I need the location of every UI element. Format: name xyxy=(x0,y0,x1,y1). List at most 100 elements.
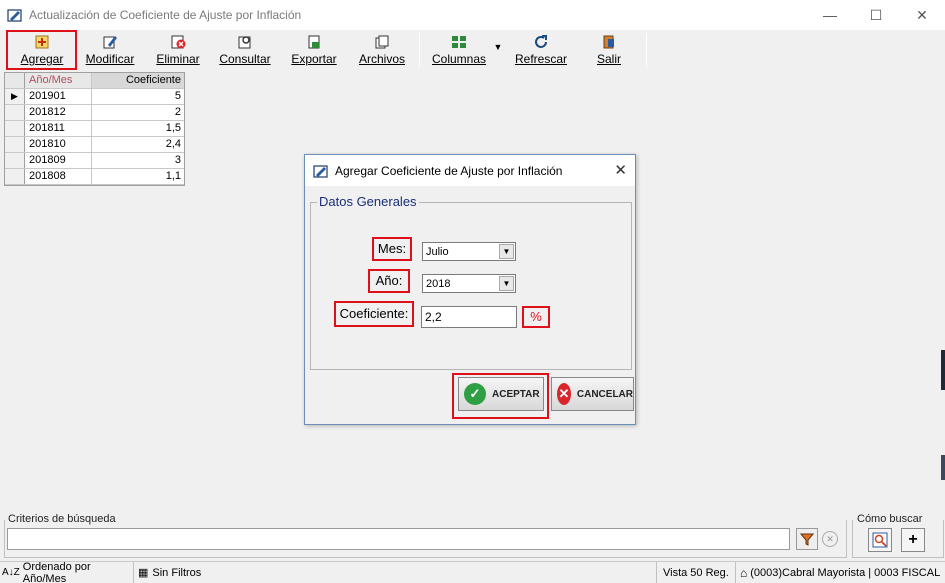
anio-select[interactable]: 2018 ▼ xyxy=(422,274,516,293)
add-search-button[interactable]: + xyxy=(901,528,925,552)
cell-anio-mes: 201811 xyxy=(25,121,92,136)
exportar-label: Exportar xyxy=(291,52,337,66)
status-filter: ▦ Sin Filtros xyxy=(136,562,206,583)
modificar-button[interactable]: Modificar xyxy=(80,32,140,68)
refrescar-label: Refrescar xyxy=(514,52,567,66)
column-header-anio-mes[interactable]: Año/Mes xyxy=(25,73,92,88)
como-buscar-group xyxy=(852,520,944,558)
table-row[interactable]: 201811 1,5 xyxy=(5,121,184,137)
criterios-input[interactable] xyxy=(7,528,790,550)
files-icon xyxy=(375,35,389,49)
coeficiente-label: Coeficiente: xyxy=(334,301,414,327)
chevron-down-icon: ▼ xyxy=(493,42,503,52)
cell-anio-mes: 201809 xyxy=(25,153,92,168)
consultar-button[interactable]: Consultar xyxy=(216,32,274,68)
edit-icon xyxy=(103,36,117,49)
status-view: Vista 50 Reg. xyxy=(656,562,736,583)
row-pointer-icon: ▶ xyxy=(11,91,18,101)
cell-anio-mes: 201901 xyxy=(25,89,92,104)
refresh-icon xyxy=(535,35,547,48)
cell-coeficiente: 5 xyxy=(174,90,181,102)
query-icon xyxy=(238,36,251,49)
chevron-down-icon[interactable]: ▼ xyxy=(499,276,514,291)
cell-coeficiente: 1,5 xyxy=(165,122,181,134)
refrescar-button[interactable]: Refrescar xyxy=(512,32,570,68)
columns-icon xyxy=(452,36,466,48)
eliminar-label: Eliminar xyxy=(156,52,200,66)
coeficiente-input[interactable]: 2,2 xyxy=(421,306,517,328)
table-row[interactable]: 201808 1,1 xyxy=(5,169,184,185)
app-icon xyxy=(7,9,22,22)
table-row[interactable]: ▶ 201901 5 xyxy=(5,89,184,105)
exit-door-icon xyxy=(603,35,614,49)
filter-grid-icon: ▦ xyxy=(138,567,149,579)
cancelar-button[interactable]: ✕ CANCELAR xyxy=(551,377,634,411)
archivos-label: Archivos xyxy=(358,52,405,66)
como-buscar-label: Cómo buscar xyxy=(857,513,923,525)
cell-anio-mes: 201812 xyxy=(25,105,92,120)
delete-icon xyxy=(171,35,186,49)
dialog-close-button[interactable]: ✕ xyxy=(614,161,627,179)
columnas-dropdown[interactable]: ▼ xyxy=(491,42,505,78)
cell-coeficiente: 3 xyxy=(174,154,181,166)
minimize-button[interactable]: — xyxy=(807,0,853,30)
aceptar-label: ACEPTAR xyxy=(492,388,540,400)
grid-header: Año/Mes Coeficiente xyxy=(5,73,184,89)
home-icon: ⌂ xyxy=(740,565,748,580)
archivos-button[interactable]: Archivos xyxy=(354,32,410,68)
table-row[interactable]: 201810 2,4 xyxy=(5,137,184,153)
dialog-title-bar: Agregar Coeficiente de Ajuste por Inflac… xyxy=(305,155,635,186)
status-bar: A↓Z Ordenado por Año/Mes ▦ Sin Filtros V… xyxy=(0,561,945,583)
export-icon xyxy=(308,35,320,49)
cell-anio-mes: 201808 xyxy=(25,169,92,184)
cancel-x-icon: ✕ xyxy=(557,383,571,405)
columnas-button[interactable]: Columnas xyxy=(428,32,490,68)
cell-coeficiente: 2 xyxy=(174,106,181,118)
app-icon xyxy=(313,164,328,178)
maximize-button[interactable]: ☐ xyxy=(853,0,899,30)
column-header-coeficiente[interactable]: Coeficiente xyxy=(92,73,184,88)
exportar-button[interactable]: Exportar xyxy=(288,32,340,68)
status-sort: A↓Z Ordenado por Año/Mes xyxy=(0,560,134,583)
search-mode-button[interactable] xyxy=(868,528,892,552)
status-filter-text: Sin Filtros xyxy=(152,566,202,579)
status-sort-text: Ordenado por Año/Mes xyxy=(22,560,91,583)
close-button[interactable]: ✕ xyxy=(899,0,945,30)
agregar-dialog: Agregar Coeficiente de Ajuste por Inflac… xyxy=(304,154,636,425)
group-title: Datos Generales xyxy=(317,194,419,209)
consultar-label: Consultar xyxy=(219,52,271,66)
table-row[interactable]: 201812 2 xyxy=(5,105,184,121)
mes-select[interactable]: Julio ▼ xyxy=(422,242,516,261)
anio-label: Año: xyxy=(368,269,410,293)
cell-anio-mes: 201810 xyxy=(25,137,92,152)
mes-value: Julio xyxy=(426,245,449,258)
background-window-edge xyxy=(941,350,945,390)
title-bar: Actualización de Coeficiente de Ajuste p… xyxy=(0,0,945,30)
anio-value: 2018 xyxy=(426,277,451,290)
clear-filter-button[interactable]: ✕ xyxy=(822,531,838,547)
aceptar-button[interactable]: ✓ ACEPTAR xyxy=(458,377,544,411)
filter-button[interactable] xyxy=(796,528,818,550)
sort-az-icon: A↓Z xyxy=(2,567,20,578)
percent-label: % xyxy=(522,306,550,328)
check-icon: ✓ xyxy=(464,383,486,405)
salir-button[interactable]: Salir xyxy=(590,32,628,68)
eliminar-button[interactable]: Eliminar xyxy=(150,32,206,68)
data-grid[interactable]: Año/Mes Coeficiente ▶ 201901 5 201812 2 … xyxy=(4,72,185,186)
columnas-label: Columnas xyxy=(431,52,487,66)
status-company-text: (0003)Cabral Mayorista | 0003 FISCAL xyxy=(750,566,941,579)
window-title: Actualización de Coeficiente de Ajuste p… xyxy=(29,8,302,22)
search-area: Criterios de búsqueda ✕ Cómo buscar + xyxy=(0,513,945,559)
modificar-label: Modificar xyxy=(85,52,135,66)
background-window-edge xyxy=(941,455,945,480)
chevron-down-icon[interactable]: ▼ xyxy=(499,244,514,259)
status-company: ⌂ (0003)Cabral Mayorista | 0003 FISCAL xyxy=(738,562,945,583)
criterios-label: Criterios de búsqueda xyxy=(8,513,116,525)
cell-coeficiente: 2,4 xyxy=(165,138,181,150)
toolbar-separator xyxy=(646,33,647,67)
toolbar: Agregar Modificar Eliminar Consultar Exp… xyxy=(0,30,945,70)
magnifier-icon xyxy=(872,532,888,548)
table-row[interactable]: 201809 3 xyxy=(5,153,184,169)
mes-label: Mes: xyxy=(372,237,412,261)
dialog-title: Agregar Coeficiente de Ajuste por Inflac… xyxy=(335,163,563,178)
